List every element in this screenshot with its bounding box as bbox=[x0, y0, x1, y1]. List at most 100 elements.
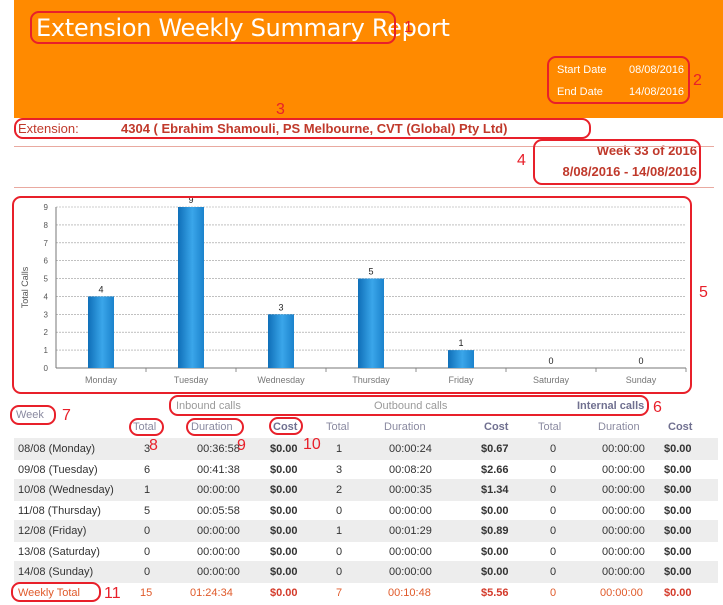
table-row: 14/08 (Sunday) 0 00:00:00 $0.00 0 00:00:00 $0.… bbox=[14, 561, 718, 583]
internal-duration-header: Duration bbox=[598, 421, 640, 433]
internal-cost-cell: $0.00 bbox=[664, 525, 692, 537]
outbound-cost-cell: $1.34 bbox=[481, 484, 509, 496]
annotation-number: 7 bbox=[62, 407, 71, 424]
inbound-duration-cell: 00:00:00 bbox=[197, 566, 240, 578]
internal-duration-cell: 00:00:00 bbox=[602, 525, 645, 537]
week-cell: 11/08 (Thursday) bbox=[18, 504, 101, 517]
inbound-total-cell: 0 bbox=[144, 545, 151, 558]
inbound-duration-cell: 00:00:00 bbox=[197, 525, 240, 537]
annotation-box bbox=[12, 196, 692, 394]
table-row: 09/08 (Tuesday) 6 00:41:38 $0.00 3 00:08:20 $2… bbox=[14, 459, 718, 481]
outbound-duration-cell: 00:00:24 bbox=[389, 443, 432, 455]
inbound-total-cell: 0 bbox=[144, 525, 151, 537]
table-row: 12/08 (Friday) 0 00:00:00 $0.00 1 00:01:29 $0.… bbox=[14, 520, 718, 542]
internal-total-cell: 0 bbox=[550, 463, 557, 476]
annotation-number: 1 bbox=[404, 19, 413, 36]
inbound-duration-cell: 00:00:00 bbox=[197, 484, 240, 496]
annotation-box bbox=[533, 139, 701, 185]
outbound-total-cell: 3 bbox=[336, 463, 343, 476]
internal-total-cell: 0 bbox=[550, 525, 557, 537]
outbound-cost-cell: $0.89 bbox=[481, 525, 509, 537]
table-row: 13/08 (Saturday) 0 00:00:00 $0.00 0 00:00:00 $… bbox=[14, 541, 718, 563]
inbound-duration-cell: 00:00:00 bbox=[197, 545, 240, 558]
week-cell: 12/08 (Friday) bbox=[18, 525, 87, 537]
inbound-cost-cell: $0.00 bbox=[270, 504, 298, 517]
weekly-total-inbound-cost: $0.00 bbox=[270, 587, 298, 599]
inbound-duration-cell: 00:05:58 bbox=[197, 504, 240, 517]
outbound-total-cell: 1 bbox=[336, 525, 343, 537]
internal-duration-cell: 00:00:00 bbox=[602, 545, 645, 558]
inbound-cost-cell: $0.00 bbox=[270, 525, 298, 537]
outbound-duration-cell: 00:00:00 bbox=[389, 545, 432, 558]
annotation-box bbox=[186, 418, 244, 436]
annotation-number: 11 bbox=[104, 585, 121, 602]
inbound-cost-cell: $0.00 bbox=[270, 443, 298, 455]
outbound-cost-cell: $2.66 bbox=[481, 463, 509, 476]
table-row: 10/08 (Wednesday) 1 00:00:00 $0.00 2 00:00:35… bbox=[14, 479, 718, 501]
outbound-total-cell: 1 bbox=[336, 443, 343, 455]
weekly-total-inbound-duration: 01:24:34 bbox=[190, 587, 233, 599]
outbound-total-cell: 0 bbox=[336, 545, 343, 558]
annotation-box bbox=[14, 118, 591, 139]
outbound-duration-cell: 00:00:35 bbox=[389, 484, 432, 496]
outbound-total-header: Total bbox=[326, 421, 350, 433]
annotation-box bbox=[10, 405, 56, 425]
internal-cost-cell: $0.00 bbox=[664, 566, 692, 578]
inbound-total-cell: 1 bbox=[144, 484, 151, 496]
inbound-cost-cell: $0.00 bbox=[270, 566, 298, 578]
outbound-duration-cell: 00:01:29 bbox=[389, 525, 432, 537]
annotation-box bbox=[269, 417, 303, 435]
weekly-total-outbound-cost: $5.56 bbox=[481, 587, 509, 599]
outbound-cost-cell: $0.00 bbox=[481, 504, 509, 517]
outbound-cost-cell: $0.00 bbox=[481, 545, 509, 558]
table-row: 11/08 (Thursday) 5 00:05:58 $0.00 0 00:00:00 $… bbox=[14, 500, 718, 522]
internal-total-cell: 0 bbox=[550, 484, 557, 496]
internal-total-cell: 0 bbox=[550, 504, 557, 517]
outbound-duration-cell: 00:08:20 bbox=[389, 463, 432, 476]
annotation-number: 8 bbox=[149, 437, 158, 454]
inbound-cost-cell: $0.00 bbox=[270, 545, 298, 558]
outbound-cost-cell: $0.67 bbox=[481, 443, 509, 455]
internal-cost-cell: $0.00 bbox=[664, 443, 692, 455]
outbound-total-cell: 0 bbox=[336, 504, 343, 517]
annotation-number: 9 bbox=[237, 437, 246, 454]
annotation-box bbox=[129, 418, 164, 436]
annotation-number: 5 bbox=[699, 284, 708, 301]
outbound-duration-cell: 00:00:00 bbox=[389, 504, 432, 517]
inbound-total-cell: 5 bbox=[144, 504, 151, 517]
internal-duration-cell: 00:00:00 bbox=[602, 443, 645, 455]
outbound-duration-cell: 00:00:00 bbox=[389, 566, 432, 578]
inbound-total-cell: 6 bbox=[144, 463, 151, 476]
inbound-duration-cell: 00:41:38 bbox=[197, 463, 240, 476]
internal-cost-cell: $0.00 bbox=[664, 504, 692, 517]
internal-total-cell: 0 bbox=[550, 545, 557, 558]
inbound-duration-cell: 00:36:58 bbox=[197, 443, 240, 455]
internal-total-header: Total bbox=[538, 421, 562, 433]
week-cell: 09/08 (Tuesday) bbox=[18, 463, 98, 476]
internal-duration-cell: 00:00:00 bbox=[602, 463, 645, 476]
annotation-box bbox=[11, 582, 101, 602]
annotation-box bbox=[169, 395, 649, 416]
internal-duration-cell: 00:00:00 bbox=[602, 484, 645, 496]
week-cell: 08/08 (Monday) bbox=[18, 443, 96, 455]
inbound-cost-cell: $0.00 bbox=[270, 463, 298, 476]
internal-cost-cell: $0.00 bbox=[664, 484, 692, 496]
annotation-box bbox=[30, 11, 396, 44]
internal-cost-cell: $0.00 bbox=[664, 545, 692, 558]
annotation-number: 10 bbox=[303, 436, 321, 453]
divider-line bbox=[14, 187, 714, 188]
outbound-total-cell: 0 bbox=[336, 566, 343, 578]
week-cell: 10/08 (Wednesday) bbox=[18, 484, 114, 496]
table-row: 08/08 (Monday) 3 00:36:58 $0.00 1 00:00:24 $0.… bbox=[14, 438, 718, 460]
internal-total-cell: 0 bbox=[550, 566, 557, 578]
internal-duration-cell: 00:00:00 bbox=[602, 504, 645, 517]
inbound-total-cell: 0 bbox=[144, 566, 151, 578]
annotation-number: 6 bbox=[653, 399, 662, 416]
weekly-total-inbound-total: 15 bbox=[140, 587, 153, 599]
annotation-number: 2 bbox=[693, 72, 702, 89]
week-cell: 13/08 (Saturday) bbox=[18, 545, 100, 558]
annotation-box bbox=[547, 56, 690, 104]
internal-cost-cell: $0.00 bbox=[664, 463, 692, 476]
outbound-cost-header: Cost bbox=[484, 421, 509, 433]
annotation-number: 4 bbox=[517, 152, 526, 169]
